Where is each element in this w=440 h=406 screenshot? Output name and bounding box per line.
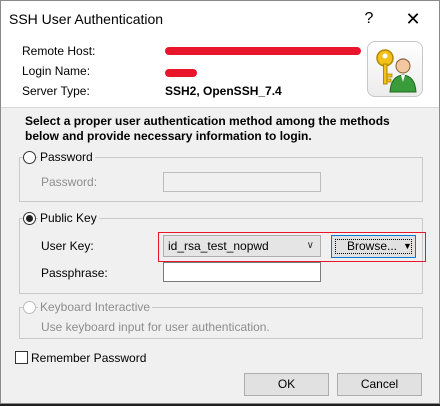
password-radio-label[interactable]: Password — [38, 150, 95, 164]
password-label: Password: — [41, 175, 98, 189]
user-key-label: User Key: — [41, 239, 94, 253]
auth-content: Select a proper user authentication meth… — [1, 107, 439, 403]
passphrase-field[interactable] — [163, 262, 321, 282]
browse-button[interactable]: Browse... ▼ — [331, 235, 416, 258]
keyboard-interactive-hint: Use keyboard input for user authenticati… — [41, 320, 270, 334]
ok-button[interactable]: OK — [244, 373, 329, 396]
password-radio[interactable] — [23, 151, 36, 164]
server-type-label: Server Type: — [22, 84, 90, 98]
remember-password-checkbox[interactable] — [15, 351, 28, 364]
password-field — [163, 172, 321, 192]
user-key-select[interactable]: id_rsa_test_nopwd ∨ — [163, 235, 321, 257]
ssh-auth-dialog: SSH User Authentication ? ✕ Remote Host:… — [0, 0, 440, 404]
close-button[interactable]: ✕ — [399, 7, 427, 31]
redacted-remote-host — [165, 47, 361, 55]
redacted-login-name — [165, 69, 197, 77]
server-type-value: SSH2, OpenSSH_7.4 — [165, 84, 282, 98]
user-key-icon — [367, 41, 423, 97]
connection-info: Remote Host: Login Name: Server Type: SS… — [1, 37, 439, 105]
login-name-label: Login Name: — [22, 64, 91, 78]
passphrase-label: Passphrase: — [41, 266, 108, 280]
keyboard-interactive-label[interactable]: Keyboard Interactive — [38, 300, 153, 314]
help-button[interactable]: ? — [357, 7, 381, 31]
caret-down-icon: ▼ — [403, 241, 412, 251]
title-bar[interactable]: SSH User Authentication ? ✕ — [1, 1, 439, 37]
cancel-button[interactable]: Cancel — [337, 373, 422, 396]
public-key-radio[interactable] — [23, 212, 36, 225]
chevron-down-icon: ∨ — [306, 240, 314, 251]
keyboard-interactive-radio[interactable] — [23, 301, 36, 314]
window-title: SSH User Authentication — [9, 11, 164, 27]
public-key-radio-label[interactable]: Public Key — [38, 211, 99, 225]
remember-password-label[interactable]: Remember Password — [31, 351, 146, 365]
user-key-value: id_rsa_test_nopwd — [168, 239, 269, 253]
browse-button-label: Browse... — [347, 239, 398, 253]
remote-host-label: Remote Host: — [22, 44, 96, 58]
instruction-text: Select a proper user authentication meth… — [25, 114, 390, 143]
